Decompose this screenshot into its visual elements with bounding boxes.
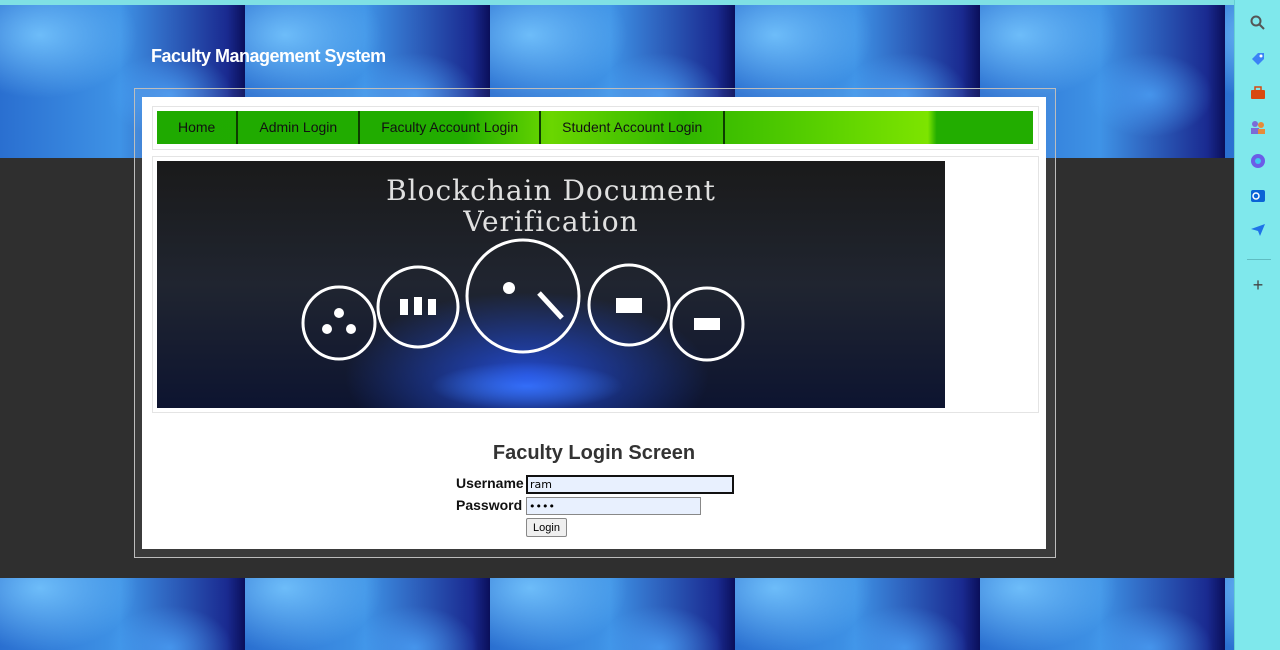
site-title: Faculty Management System — [151, 46, 386, 66]
copilot-icon[interactable] — [1250, 153, 1266, 169]
plus-icon[interactable]: + — [1250, 276, 1266, 294]
sidebar-divider — [1247, 259, 1271, 260]
tag-icon[interactable] — [1250, 51, 1266, 67]
search-icon[interactable] — [1250, 15, 1266, 31]
network-circle-icon — [301, 285, 377, 361]
password-label: Password — [456, 497, 523, 513]
login-button[interactable]: Login — [526, 518, 567, 537]
login-title: Faculty Login Screen — [492, 442, 696, 464]
nav-student-account-login[interactable]: Student Account Login — [541, 111, 726, 144]
nav-admin-login[interactable]: Admin Login — [238, 111, 361, 144]
footer-banner — [0, 578, 1234, 650]
briefcase-icon[interactable] — [1250, 85, 1266, 101]
main-nav: Home Admin Login Faculty Account Login S… — [157, 111, 1033, 144]
hero-illustration — [301, 238, 745, 362]
nav-home[interactable]: Home — [157, 111, 239, 144]
hero-image: Blockchain Document Verification — [157, 161, 945, 408]
send-icon[interactable] — [1250, 222, 1266, 238]
people-icon[interactable] — [1250, 119, 1266, 135]
nav-faculty-account-login[interactable]: Faculty Account Login — [360, 111, 542, 144]
magnifier-circle-icon — [465, 238, 581, 354]
browser-sidebar: + — [1234, 0, 1280, 650]
username-label: Username — [456, 475, 524, 491]
password-input[interactable] — [526, 497, 701, 515]
outlook-icon[interactable] — [1250, 188, 1266, 204]
username-input[interactable] — [526, 475, 734, 494]
